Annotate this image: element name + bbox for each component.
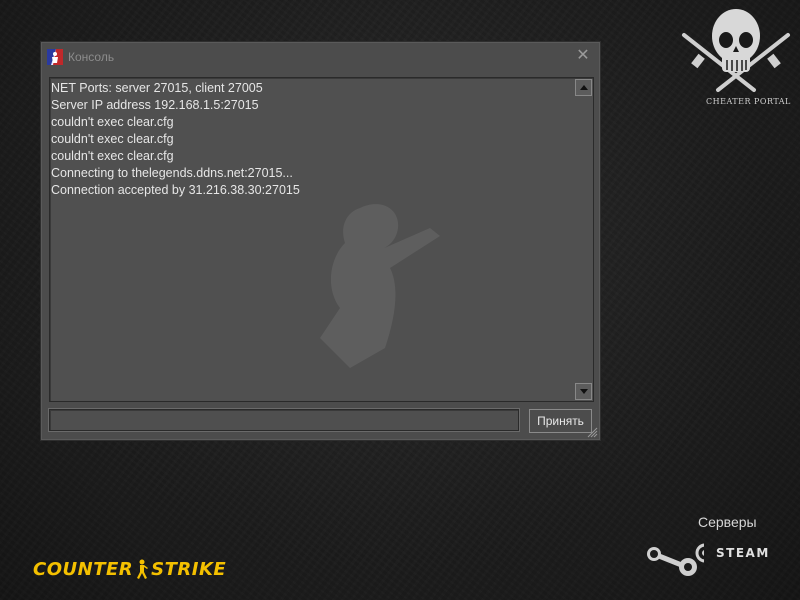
close-icon[interactable]: ✕: [576, 47, 590, 63]
console-log-list: NET Ports: server 27015, client 27005 Ser…: [51, 80, 300, 199]
title-bar[interactable]: Консоль ✕: [41, 42, 600, 72]
counter-terrorist-watermark-icon: [320, 204, 440, 368]
console-log-line: Connection accepted by 31.216.38.30:2701…: [51, 183, 300, 197]
console-log-line: NET Ports: server 27015, client 27005: [51, 81, 263, 95]
console-window: Консоль ✕ NET Ports: server 27015, clien…: [40, 41, 601, 441]
vertical-scrollbar[interactable]: [575, 79, 592, 400]
resize-grip-icon[interactable]: [586, 426, 598, 438]
submit-button[interactable]: Принять: [529, 409, 592, 433]
skull-logo-icon: [676, 0, 796, 110]
window-title: Консоль: [68, 50, 115, 64]
steam-label: STEAM: [716, 546, 770, 560]
console-log-line: couldn't exec clear.cfg: [51, 115, 174, 129]
console-output[interactable]: NET Ports: server 27015, client 27005 Ser…: [49, 77, 594, 402]
cheater-portal-label: CHEATER PORTAL: [706, 97, 791, 106]
counter-strike-logo: COUNTER STRIKE: [33, 558, 226, 580]
cs-logo-part2: STRIKE: [151, 558, 227, 580]
console-log-line: Server IP address 192.168.1.5:27015: [51, 98, 259, 112]
cs-logo-part1: COUNTER: [33, 558, 134, 580]
arrow-up-icon: [579, 85, 588, 90]
cs-app-icon: [47, 49, 63, 65]
cs-soldier-icon: [134, 559, 150, 579]
command-input[interactable]: [49, 409, 519, 431]
console-log-line: Connecting to thelegends.ddns.net:27015.…: [51, 166, 293, 180]
console-log-line: couldn't exec clear.cfg: [51, 132, 174, 146]
scroll-up-button[interactable]: [575, 79, 592, 96]
steam-logo-icon: [644, 540, 715, 578]
console-log-line: couldn't exec clear.cfg: [51, 149, 174, 163]
servers-link[interactable]: Серверы: [698, 514, 757, 530]
arrow-down-icon: [579, 389, 588, 394]
scroll-down-button[interactable]: [575, 383, 592, 400]
